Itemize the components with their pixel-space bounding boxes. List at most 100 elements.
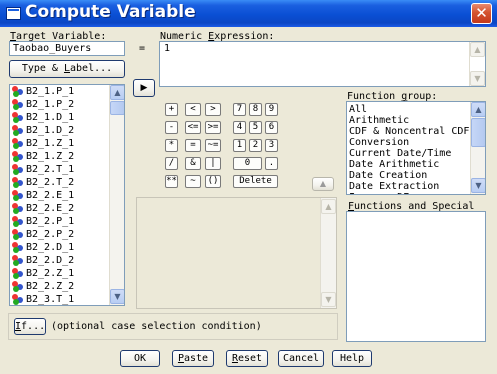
variable-name: B2_2.Z_1 — [26, 268, 75, 279]
paste-button[interactable]: Paste — [172, 350, 214, 367]
key-or[interactable]: | — [205, 157, 221, 170]
key-8[interactable]: 8 — [249, 103, 262, 116]
key-decimal[interactable]: . — [265, 157, 278, 170]
variable-list-item[interactable]: B2_2.T_1 — [10, 163, 124, 176]
function-group-list[interactable]: All Arithmetic CDF & Noncentral CDF Convers… — [346, 101, 486, 195]
variable-list-item[interactable]: B2_2.Z_1 — [10, 267, 124, 280]
key-3[interactable]: 3 — [265, 139, 278, 152]
expression-scrollbar[interactable]: ▲ ▼ — [469, 42, 485, 86]
key-2[interactable]: 2 — [249, 139, 262, 152]
close-button[interactable]: ✕ — [471, 3, 492, 24]
function-group-scroll-up[interactable]: ▲ — [471, 102, 485, 117]
variable-list-item[interactable]: B2_2.E_2 — [10, 202, 124, 215]
variable-list-item[interactable]: B2_1.P_2 — [10, 98, 124, 111]
function-group-scrollbar[interactable]: ▲ ▼ — [470, 102, 485, 194]
variable-list[interactable]: B2_1.P_1 B2_1.P_2 B2_1.D_1 B2_1.D_2 B2_1.Z_1… — [9, 84, 125, 306]
key-less-equal[interactable]: <= — [185, 121, 201, 134]
key-not[interactable]: ~ — [185, 175, 201, 188]
if-button[interactable]: If... — [14, 318, 46, 335]
function-group-item[interactable]: Conversion — [347, 137, 485, 148]
compute-variable-dialog: Compute Variable ✕ Target Variable: = Nu… — [0, 0, 497, 374]
function-group-item[interactable]: Date Creation — [347, 170, 485, 181]
key-parentheses[interactable]: () — [205, 175, 221, 188]
insert-function-button[interactable]: ▲ — [312, 177, 334, 191]
variable-name: B2_2.T_2 — [26, 177, 75, 188]
description-scroll-down[interactable]: ▼ — [321, 292, 336, 307]
help-button[interactable]: Help — [332, 350, 372, 367]
key-5[interactable]: 5 — [249, 121, 262, 134]
numeric-expression-field[interactable]: 1 ▲ ▼ — [159, 41, 486, 87]
ok-button[interactable]: OK — [120, 350, 160, 367]
function-group-scroll-thumb[interactable] — [471, 118, 485, 147]
function-group-item[interactable]: Date Arithmetic — [347, 159, 485, 170]
function-group-item[interactable]: All — [347, 104, 485, 115]
key-6[interactable]: 6 — [265, 121, 278, 134]
scale-variable-icon — [12, 229, 24, 240]
numeric-expression-value[interactable]: 1 — [160, 42, 485, 55]
description-scrollbar[interactable]: ▲ ▼ — [320, 198, 336, 308]
key-7[interactable]: 7 — [233, 103, 246, 116]
cancel-button[interactable]: Cancel — [278, 350, 324, 367]
key-minus[interactable]: - — [165, 121, 178, 134]
function-group-item[interactable]: Date Extraction — [347, 181, 485, 192]
key-multiply[interactable]: * — [165, 139, 178, 152]
variable-list-item[interactable]: B2_2.D_2 — [10, 254, 124, 267]
key-plus[interactable]: + — [165, 103, 178, 116]
if-condition-group: If... (optional case selection condition… — [8, 313, 338, 340]
function-group-item[interactable]: Arithmetic — [347, 115, 485, 126]
expression-scroll-down[interactable]: ▼ — [470, 71, 485, 86]
function-group-item[interactable]: CDF & Noncentral CDF — [347, 126, 485, 137]
variable-scroll-thumb[interactable] — [110, 101, 124, 115]
key-greater-equal[interactable]: >= — [205, 121, 221, 134]
variable-list-item[interactable]: B2_2.P_2 — [10, 228, 124, 241]
variable-name: B2_1.Z_2 — [26, 151, 75, 162]
function-group-scroll-down[interactable]: ▼ — [471, 178, 485, 193]
expression-scroll-up[interactable]: ▲ — [470, 42, 485, 57]
function-group-item[interactable]: Inverse DF — [347, 192, 485, 194]
key-9[interactable]: 9 — [265, 103, 278, 116]
variable-list-item[interactable]: B2_1.D_2 — [10, 124, 124, 137]
variable-list-item[interactable]: B2_1.D_1 — [10, 111, 124, 124]
variable-scroll-up[interactable]: ▲ — [110, 85, 124, 100]
variable-list-item[interactable]: B2_2.Z_2 — [10, 280, 124, 293]
key-power[interactable]: ** — [165, 175, 178, 188]
variable-list-item[interactable]: B2_3.T_1 — [10, 293, 124, 305]
key-greater-than[interactable]: > — [205, 103, 221, 116]
key-equals[interactable]: = — [185, 139, 201, 152]
variable-list-item[interactable]: B2_1.P_1 — [10, 85, 124, 98]
variable-list-scrollbar[interactable]: ▲ ▼ — [109, 85, 124, 305]
move-to-expression-button[interactable]: ▶ — [133, 79, 155, 97]
key-0[interactable]: 0 — [233, 157, 262, 170]
reset-button[interactable]: Reset — [226, 350, 268, 367]
if-condition-note: (optional case selection condition) — [51, 321, 262, 332]
variable-list-item[interactable]: B2_2.T_2 — [10, 176, 124, 189]
variable-name: B2_1.P_2 — [26, 99, 75, 110]
description-scroll-up[interactable]: ▲ — [321, 199, 336, 214]
variable-name: B2_2.E_2 — [26, 203, 75, 214]
variable-list-item[interactable]: B2_2.E_1 — [10, 189, 124, 202]
target-variable-input[interactable] — [10, 42, 124, 55]
function-group-item[interactable]: Current Date/Time — [347, 148, 485, 159]
variable-list-item[interactable]: B2_1.Z_1 — [10, 137, 124, 150]
variable-list-item[interactable]: B2_2.D_1 — [10, 241, 124, 254]
key-and[interactable]: & — [185, 157, 201, 170]
target-variable-field[interactable] — [9, 41, 125, 56]
scale-variable-icon — [12, 138, 24, 149]
key-less-than[interactable]: < — [185, 103, 201, 116]
scale-variable-icon — [12, 203, 24, 214]
variable-scroll-down[interactable]: ▼ — [110, 289, 124, 304]
key-not-equal[interactable]: ~= — [205, 139, 221, 152]
key-divide[interactable]: / — [165, 157, 178, 170]
variable-name: B2_2.D_2 — [26, 255, 75, 266]
key-delete[interactable]: Delete — [233, 175, 278, 188]
variable-name: B2_2.P_2 — [26, 229, 75, 240]
equals-sign: = — [139, 43, 146, 54]
key-1[interactable]: 1 — [233, 139, 246, 152]
title-bar[interactable]: Compute Variable ✕ — [0, 0, 497, 27]
key-4[interactable]: 4 — [233, 121, 246, 134]
type-label-button[interactable]: Type & Label... — [9, 60, 125, 78]
functions-special-list[interactable] — [346, 211, 486, 342]
variable-list-item[interactable]: B2_1.Z_2 — [10, 150, 124, 163]
variable-list-item[interactable]: B2_2.P_1 — [10, 215, 124, 228]
variable-name: B2_1.D_1 — [26, 112, 75, 123]
